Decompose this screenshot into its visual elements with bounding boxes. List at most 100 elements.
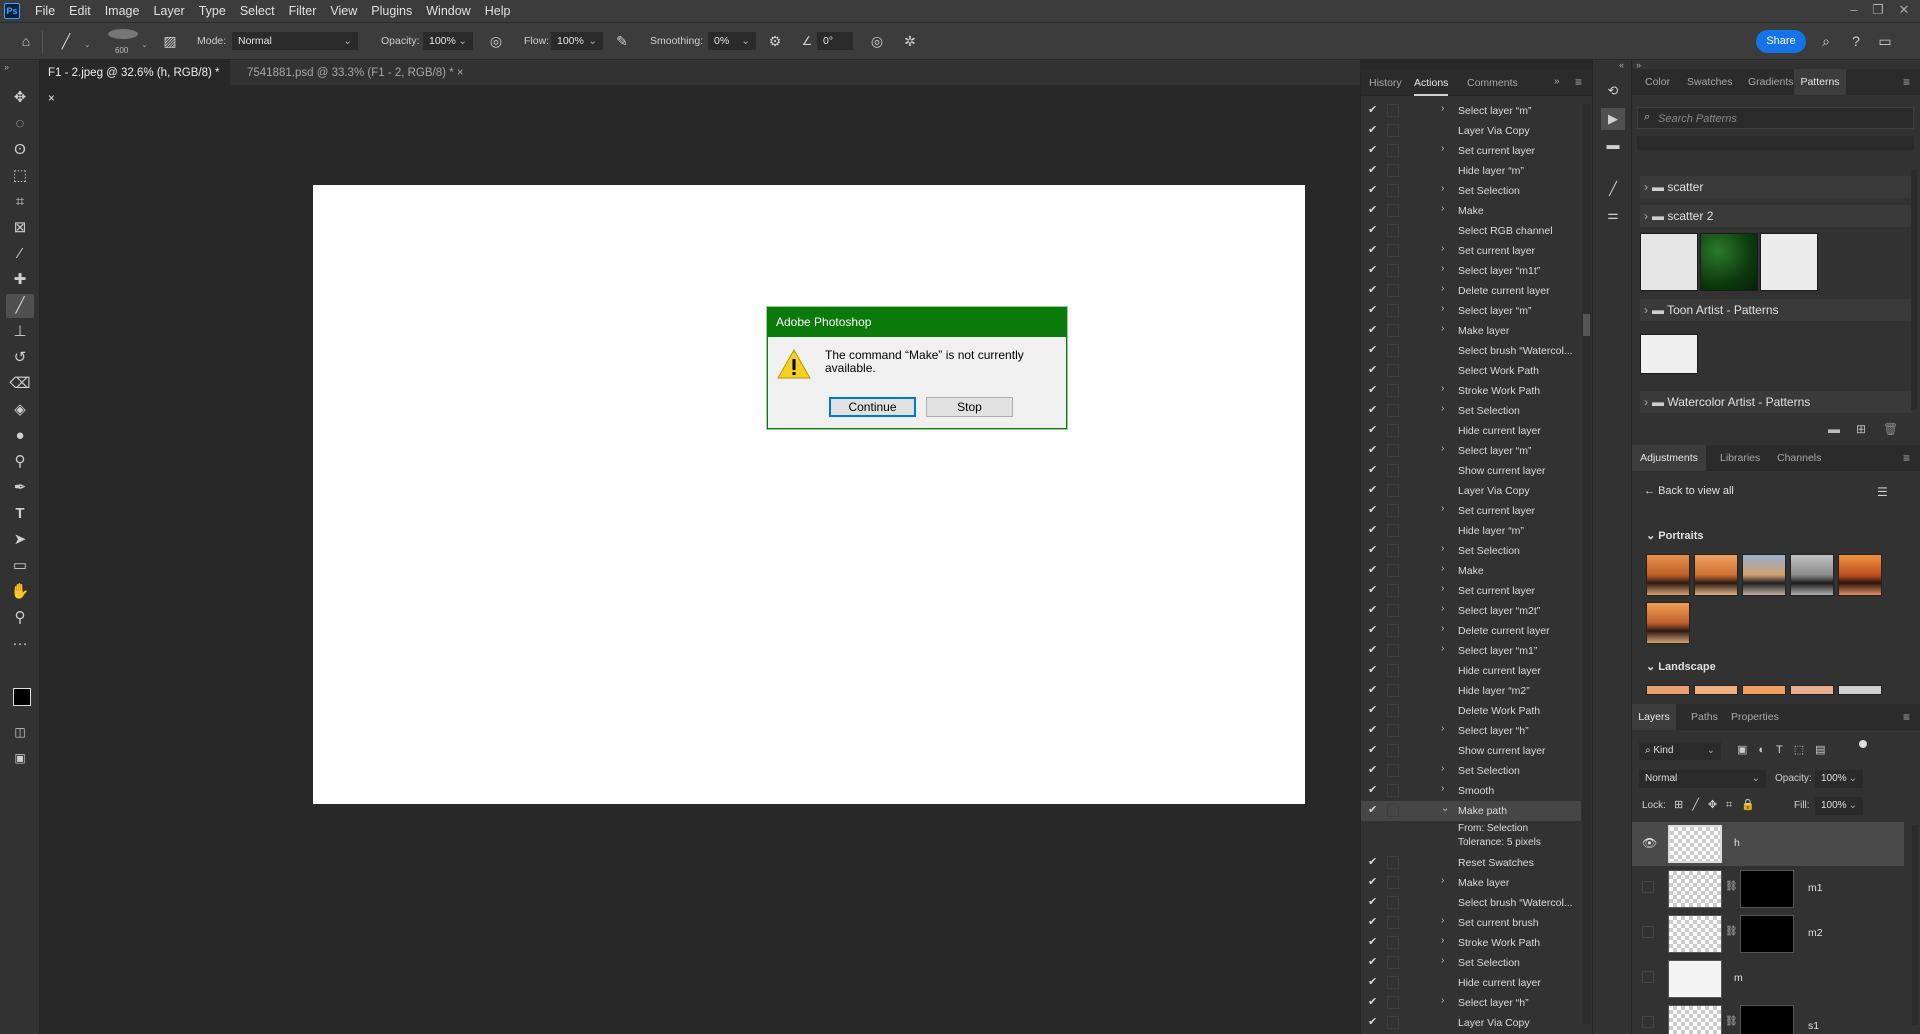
layer-mask-thumbnail[interactable]	[1740, 1005, 1794, 1034]
menu-type[interactable]: Type	[192, 0, 233, 22]
list-view-icon[interactable]: ☰	[1877, 485, 1888, 499]
restore-icon[interactable]: ❐	[1866, 0, 1890, 22]
action-item[interactable]: ✔ › Set Selection	[1361, 761, 1581, 781]
tab-patterns[interactable]: Patterns	[1794, 69, 1846, 95]
brush-settings-icon[interactable]: ╱	[1601, 178, 1625, 200]
dialog-toggle[interactable]	[1387, 704, 1399, 717]
tab-close-icon[interactable]: ×	[457, 67, 464, 79]
adjustment-preset-thumbnail[interactable]	[1790, 685, 1834, 695]
chevron-right-icon[interactable]: ›	[1441, 503, 1444, 514]
checkmark-icon[interactable]: ✔	[1368, 203, 1380, 216]
action-item[interactable]: ✔ › Set current layer	[1361, 241, 1581, 261]
adjustment-preset-thumbnail[interactable]	[1646, 602, 1690, 644]
dialog-toggle[interactable]	[1387, 484, 1399, 497]
collapse-icon[interactable]: «	[1619, 60, 1624, 70]
smoothing-input[interactable]: 0% ⌄	[708, 32, 756, 50]
chevron-right-icon[interactable]: ›	[1441, 783, 1444, 794]
angle-input[interactable]: 0°	[817, 32, 853, 50]
chevron-down-icon[interactable]: ⌄	[84, 40, 91, 49]
chevron-right-icon[interactable]: ›	[1441, 543, 1444, 554]
menu-window[interactable]: Window	[419, 0, 477, 22]
panel-menu-icon[interactable]: ≡	[1903, 75, 1910, 89]
action-item[interactable]: ✔ Hide layer “m”	[1361, 161, 1581, 181]
chevron-down-icon[interactable]: ⌄	[141, 40, 148, 49]
new-group-icon[interactable]: ▬	[1828, 422, 1840, 436]
checkmark-icon[interactable]: ✔	[1368, 543, 1380, 556]
path-selection-tool-icon[interactable]: ➤	[6, 528, 34, 552]
checkmark-icon[interactable]: ✔	[1368, 783, 1380, 796]
opacity-input[interactable]: 100% ⌄	[423, 32, 473, 50]
visibility-toggle[interactable]	[1642, 1016, 1654, 1028]
chevron-right-icon[interactable]: ›	[1441, 935, 1444, 946]
checkmark-icon[interactable]: ✔	[1368, 703, 1380, 716]
checkmark-icon[interactable]: ✔	[1368, 523, 1380, 536]
adjustment-preset-thumbnail[interactable]	[1742, 554, 1786, 596]
layer-filter-icons[interactable]: ▣◐T⬚▤	[1737, 743, 1837, 756]
action-item[interactable]: ✔ › Select layer “m1t”	[1361, 261, 1581, 281]
action-item[interactable]: ✔ Show current layer	[1361, 741, 1581, 761]
history-icon[interactable]: ⟲	[1601, 80, 1625, 102]
pressure-size-icon[interactable]: ◎	[867, 31, 887, 51]
chevron-right-icon[interactable]: ›	[1441, 203, 1444, 214]
chevron-right-icon[interactable]: ›	[1441, 403, 1444, 414]
checkmark-icon[interactable]: ✔	[1368, 323, 1380, 336]
flow-input[interactable]: 100% ⌄	[551, 32, 603, 50]
checkmark-icon[interactable]: ✔	[1368, 623, 1380, 636]
minimize-icon[interactable]: –	[1842, 0, 1866, 22]
action-item[interactable]: ✔ Reset Swatches	[1361, 853, 1581, 873]
paint-bucket-tool-icon[interactable]: ◈	[6, 398, 34, 422]
dialog-toggle[interactable]	[1387, 504, 1399, 517]
lasso-tool-icon[interactable]: ʘ	[6, 138, 34, 162]
chevron-right-icon[interactable]: ›	[1441, 603, 1444, 614]
action-item[interactable]: ✔ › Select layer “m2t”	[1361, 601, 1581, 621]
brush-tip-preview[interactable]	[108, 29, 138, 39]
action-item[interactable]: ✔ › Smooth	[1361, 781, 1581, 801]
action-item[interactable]: ✔ › Delete current layer	[1361, 281, 1581, 301]
dialog-toggle[interactable]	[1387, 644, 1399, 657]
link-icon[interactable]: ⛓	[1725, 881, 1738, 892]
checkmark-icon[interactable]: ✔	[1368, 915, 1380, 928]
action-item[interactable]: ✔ ⌄ Make path	[1361, 801, 1581, 821]
checkmark-icon[interactable]: ✔	[1368, 263, 1380, 276]
dialog-toggle[interactable]	[1387, 164, 1399, 177]
action-item[interactable]: ✔ Hide layer “m2”	[1361, 681, 1581, 701]
adjustment-preset-thumbnail[interactable]	[1838, 685, 1882, 695]
tab-libraries[interactable]: Libraries	[1720, 445, 1760, 471]
fill-input[interactable]: 100% ⌄	[1815, 797, 1863, 815]
dialog-toggle[interactable]	[1387, 304, 1399, 317]
layer-opacity-input[interactable]: 100% ⌄	[1815, 770, 1863, 788]
action-item[interactable]: ✔ › Select layer “h”	[1361, 993, 1581, 1013]
checkmark-icon[interactable]: ✔	[1368, 803, 1380, 816]
adjustment-preset-thumbnail[interactable]	[1646, 554, 1690, 596]
menu-plugins[interactable]: Plugins	[364, 0, 419, 22]
zoom-tool-icon[interactable]: ⚲	[6, 606, 34, 630]
panel-menu-icon[interactable]: ≡	[1903, 451, 1910, 465]
share-button[interactable]: Share	[1756, 30, 1806, 53]
visibility-toggle[interactable]	[1642, 971, 1654, 983]
dialog-toggle[interactable]	[1387, 424, 1399, 437]
search-patterns-input[interactable]: ⌕ Search Patterns	[1637, 107, 1914, 129]
layer-row[interactable]: m	[1632, 957, 1904, 1001]
action-item[interactable]: ✔ Delete Work Path	[1361, 701, 1581, 721]
checkmark-icon[interactable]: ✔	[1368, 855, 1380, 868]
tab-swatches[interactable]: Swatches	[1687, 69, 1733, 95]
layer-filter-kind[interactable]: ⌕ Kind ⌄	[1639, 742, 1721, 760]
rectangle-tool-icon[interactable]: ▭	[6, 554, 34, 578]
menu-filter[interactable]: Filter	[282, 0, 324, 22]
checkmark-icon[interactable]: ✔	[1368, 503, 1380, 516]
action-item[interactable]: ✔ › Set Selection	[1361, 401, 1581, 421]
mode-select[interactable]: Normal ⌄	[232, 32, 358, 50]
action-item[interactable]: ✔ › Set current layer	[1361, 501, 1581, 521]
tab-close-icon[interactable]: ×	[48, 93, 55, 105]
chevron-right-icon[interactable]: ›	[1441, 143, 1444, 154]
doc-tab[interactable]: 7541881.psd @ 33.3% (F1 - 2, RGB/8) * ×	[239, 60, 477, 86]
dialog-toggle[interactable]	[1387, 996, 1399, 1009]
action-item[interactable]: ✔ › Make layer	[1361, 321, 1581, 341]
more-tools-icon[interactable]: ···	[6, 632, 34, 656]
chevron-right-icon[interactable]: ›	[1441, 383, 1444, 394]
dialog-toggle[interactable]	[1387, 624, 1399, 637]
checkmark-icon[interactable]: ✔	[1368, 763, 1380, 776]
dialog-toggle[interactable]	[1387, 364, 1399, 377]
section-landscape[interactable]: ⌄ Landscape	[1646, 660, 1716, 673]
chevron-right-icon[interactable]: ›	[1441, 875, 1444, 886]
